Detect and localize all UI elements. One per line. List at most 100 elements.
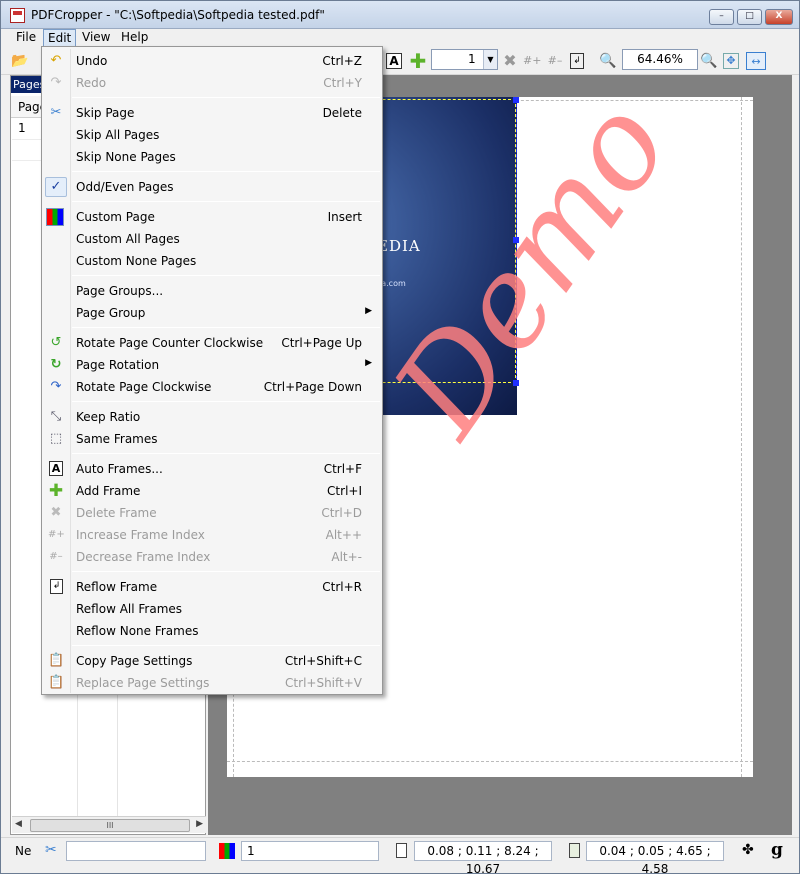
chevron-down-icon[interactable]: ▼ — [483, 50, 497, 69]
menu-copy-settings[interactable]: 📋 Copy Page Settings Ctrl+Shift+C — [42, 650, 382, 672]
menu-file[interactable]: File — [12, 29, 40, 47]
minimize-button[interactable]: – — [709, 9, 734, 25]
menu-page-group[interactable]: Page Group ▶ — [42, 302, 382, 324]
pdf-app-icon — [10, 8, 25, 23]
add-frame-icon: ✚ — [48, 481, 64, 501]
menu-label: Skip All Pages — [76, 128, 160, 142]
open-folder-icon[interactable]: 📂 — [11, 52, 29, 70]
submenu-arrow-icon: ▶ — [365, 358, 372, 368]
menu-reflow-all[interactable]: Reflow All Frames — [42, 598, 382, 620]
rotate-ccw-icon: ↺ — [50, 335, 62, 350]
add-frame-icon[interactable]: ✚ — [409, 51, 427, 71]
auto-frames-icon[interactable]: A — [386, 53, 402, 69]
g-logo-icon[interactable]: g — [771, 840, 783, 860]
reflow-frame-icon[interactable]: ↲ — [570, 53, 584, 69]
menu-bar: File Edit View Help — [1, 29, 799, 47]
menu-skip-all[interactable]: Skip All Pages — [42, 124, 382, 146]
menu-label: Redo — [76, 76, 107, 90]
delete-frame-icon[interactable]: ✖ — [501, 52, 519, 70]
menu-label: Keep Ratio — [76, 410, 141, 424]
menu-rotate-cw[interactable]: ↷ Rotate Page Clockwise Ctrl+Page Down — [42, 376, 382, 398]
menu-shortcut: Ctrl+Z — [322, 54, 362, 68]
menu-skip-none[interactable]: Skip None Pages — [42, 146, 382, 168]
menu-separator — [72, 97, 380, 98]
frame-handle[interactable] — [513, 97, 519, 103]
menu-keep-ratio[interactable]: ⤡ Keep Ratio — [42, 406, 382, 428]
page-row[interactable]: 1 — [18, 121, 26, 135]
zoom-out-icon[interactable]: 🔍 — [599, 52, 617, 70]
menu-separator — [72, 401, 380, 402]
menu-label: Rotate Page Clockwise — [76, 380, 212, 394]
menu-delete-frame[interactable]: ✖ Delete Frame Ctrl+D — [42, 502, 382, 524]
menu-odd-even[interactable]: ✓ Odd/Even Pages — [42, 176, 382, 198]
frame-box-field[interactable]: 0.04 ; 0.05 ; 4.65 ; 4.58 — [586, 841, 724, 876]
title-bar[interactable]: PDFCropper - "C:\Softpedia\Softpedia tes… — [1, 1, 799, 29]
menu-decrease-frame-index[interactable]: #– Decrease Frame Index Alt+- — [42, 546, 382, 568]
page-select[interactable]: 1 ▼ — [431, 49, 498, 70]
maximize-button[interactable]: □ — [737, 9, 762, 25]
app-window: PDFCropper - "C:\Softpedia\Softpedia tes… — [0, 0, 800, 876]
status-field-empty[interactable] — [66, 841, 206, 861]
menu-label: Add Frame — [76, 484, 141, 498]
page-box-field[interactable]: 0.08 ; 0.11 ; 8.24 ; 10.67 — [414, 841, 552, 876]
scroll-thumb[interactable]: III — [30, 819, 190, 832]
menu-label: Odd/Even Pages — [76, 180, 174, 194]
reflow-icon: ↲ — [50, 579, 63, 594]
zoom-in-icon[interactable]: 🔍 — [700, 52, 718, 70]
menu-label: Custom None Pages — [76, 254, 197, 268]
increase-frame-index-icon[interactable]: #+ — [523, 52, 541, 70]
menu-edit[interactable]: Edit — [43, 29, 77, 47]
menu-help[interactable]: Help — [117, 29, 152, 47]
undo-icon: ↶ — [50, 53, 62, 68]
fit-page-icon[interactable]: ✥ — [723, 53, 739, 69]
menu-custom-none[interactable]: Custom None Pages — [42, 250, 382, 272]
menu-page-rotation[interactable]: ↻ Page Rotation ▶ — [42, 354, 382, 376]
menu-label: Same Frames — [76, 432, 158, 446]
scroll-right-icon[interactable]: ▶ — [196, 819, 203, 829]
decrease-index-icon: #– — [49, 551, 63, 562]
menu-add-frame[interactable]: ✚ Add Frame Ctrl+I — [42, 480, 382, 502]
menu-separator — [72, 201, 380, 202]
menu-undo[interactable]: ↶ Undo Ctrl+Z — [42, 50, 382, 72]
menu-custom-page[interactable]: Custom Page Insert — [42, 206, 382, 228]
menu-redo[interactable]: ↷ Redo Ctrl+Y — [42, 72, 382, 94]
fit-width-icon[interactable]: ↔ — [746, 52, 766, 70]
menu-reflow-frame[interactable]: ↲ Reflow Frame Ctrl+R — [42, 576, 382, 598]
menu-shortcut: Ctrl+Y — [323, 76, 362, 90]
menu-custom-all[interactable]: Custom All Pages — [42, 228, 382, 250]
menu-label: Rotate Page Counter Clockwise — [76, 336, 264, 350]
decrease-frame-index-icon[interactable]: #– — [546, 52, 564, 70]
zoom-input[interactable]: 64.46% — [622, 49, 698, 70]
horizontal-scrollbar[interactable]: ◀ III ▶ — [12, 816, 206, 833]
menu-page-groups[interactable]: Page Groups... — [42, 280, 382, 302]
status-bar: Ne ✂ 1 0.08 ; 0.11 ; 8.24 ; 10.67 0.04 ;… — [1, 837, 799, 876]
menu-reflow-none[interactable]: Reflow None Frames — [42, 620, 382, 642]
menu-auto-frames[interactable]: A Auto Frames... Ctrl+F — [42, 458, 382, 480]
menu-same-frames[interactable]: ⬚ Same Frames — [42, 428, 382, 450]
rotation-icon: ↻ — [50, 357, 62, 372]
menu-label: Reflow None Frames — [76, 624, 199, 638]
menu-rotate-ccw[interactable]: ↺ Rotate Page Counter Clockwise Ctrl+Page … — [42, 332, 382, 354]
menu-replace-settings[interactable]: 📋 Replace Page Settings Ctrl+Shift+V — [42, 672, 382, 694]
close-button[interactable]: X — [765, 9, 793, 25]
scissors-icon[interactable]: ✂ — [45, 842, 57, 858]
scroll-left-icon[interactable]: ◀ — [15, 819, 22, 829]
menu-label: Reflow All Frames — [76, 602, 183, 616]
menu-view[interactable]: View — [78, 29, 114, 47]
menu-shortcut: Alt++ — [325, 528, 362, 542]
scissors-icon: ✂ — [50, 105, 62, 120]
frame-tool-icon[interactable]: ✤ — [742, 842, 754, 858]
menu-separator — [72, 571, 380, 572]
same-frames-icon: ⬚ — [49, 431, 63, 446]
menu-skip-page[interactable]: ✂ Skip Page Delete — [42, 102, 382, 124]
menu-label: Page Group — [76, 306, 146, 320]
menu-shortcut: Ctrl+D — [321, 506, 362, 520]
menu-shortcut: Ctrl+Page Up — [281, 336, 362, 350]
status-page-field[interactable]: 1 — [241, 841, 379, 861]
menu-label: Skip None Pages — [76, 150, 176, 164]
menu-shortcut: Ctrl+Page Down — [263, 380, 362, 394]
menu-increase-frame-index[interactable]: #+ Increase Frame Index Alt++ — [42, 524, 382, 546]
custom-page-icon — [219, 843, 235, 859]
redo-icon: ↷ — [50, 75, 62, 90]
crop-guide — [227, 761, 753, 762]
